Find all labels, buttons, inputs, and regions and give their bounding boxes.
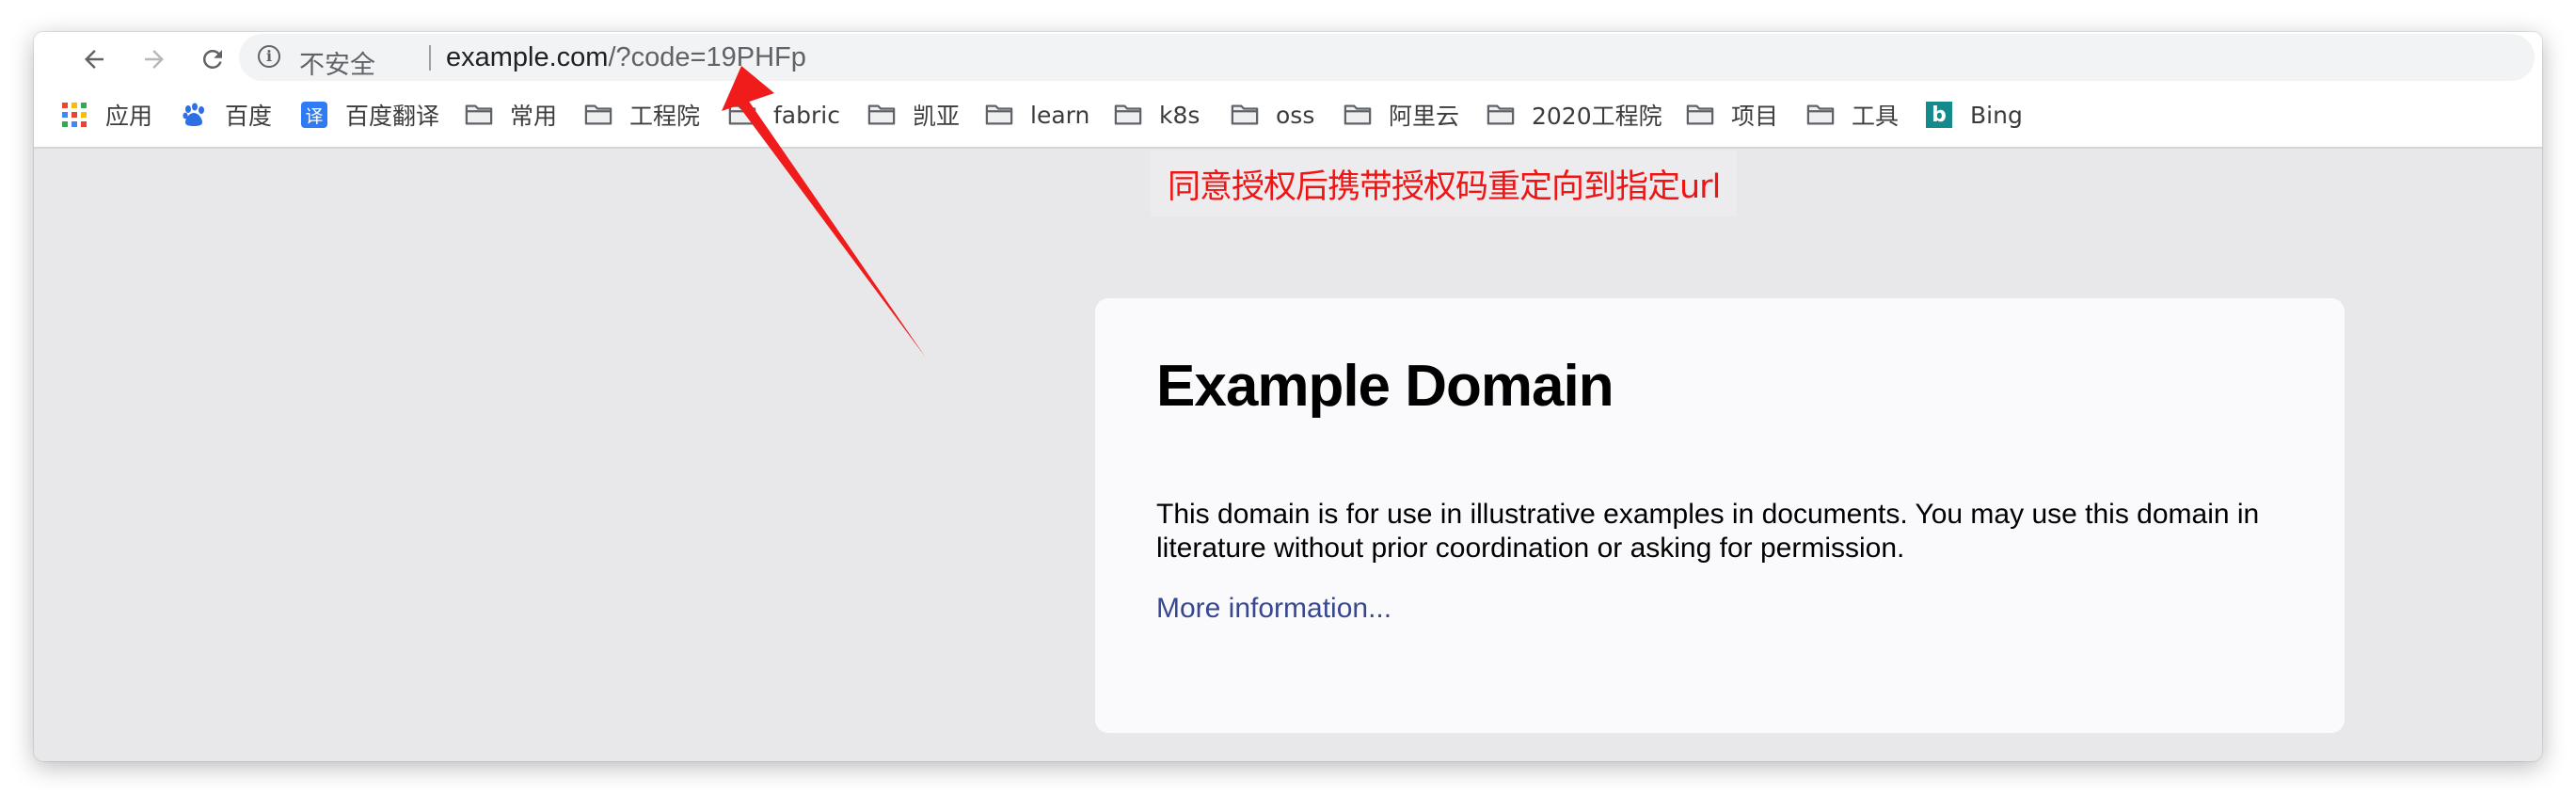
folder-icon [985, 102, 1013, 128]
bookmark-folder-xiangmu[interactable]: 项目 [1686, 98, 1778, 132]
bookmark-folder-2020-gongchengyuan[interactable]: 2020工程院 [1487, 98, 1662, 132]
folder-icon [465, 102, 493, 128]
apps-grid-icon [60, 102, 88, 128]
folder-icon [584, 102, 612, 128]
bookmark-apps[interactable]: 应用 [60, 98, 152, 132]
page-description: This domain is for use in illustrative e… [1156, 499, 2260, 564]
baidu-translate-icon: 译 [301, 102, 327, 128]
bookmark-baidu-translate[interactable]: 译 百度翻译 [300, 98, 439, 132]
annotation-label: 同意授权后携带授权码重定向到指定url [1151, 151, 1738, 216]
bookmark-label: 2020工程院 [1532, 103, 1662, 130]
bookmark-label: learn [1030, 101, 1090, 129]
back-button[interactable] [75, 40, 113, 78]
bookmark-label: 凯亚 [913, 103, 961, 130]
bookmark-label: fabric [773, 101, 840, 129]
url-path: /?code=19PHFp [608, 42, 806, 72]
baidu-translate-icon-wrap: 译 [300, 102, 328, 128]
bookmark-label: 百度 [225, 103, 273, 130]
folder-icon [1806, 102, 1835, 128]
not-secure-label: 不安全 [299, 51, 375, 80]
info-icon[interactable]: i [258, 45, 280, 68]
bookmark-folder-changyong[interactable]: 常用 [465, 98, 557, 132]
bookmark-label: 应用 [105, 103, 153, 130]
browser-toolbar: i 不安全 example.com/?code=19PHFp [34, 32, 2542, 83]
folder-icon [1344, 102, 1372, 128]
bookmark-label: Bing [1970, 101, 2023, 129]
bookmark-baidu[interactable]: 百度 [180, 98, 272, 132]
bookmark-folder-fabric[interactable]: fabric [728, 98, 840, 132]
reload-icon [202, 49, 222, 69]
forward-button[interactable] [135, 40, 173, 78]
bookmark-label: oss [1276, 101, 1315, 129]
url-text[interactable]: example.com/?code=19PHFp [446, 42, 806, 73]
browser-window: i 不安全 example.com/?code=19PHFp 应用 百度 译 百… [34, 32, 2542, 761]
reload-button[interactable] [194, 40, 231, 78]
folder-icon [867, 102, 896, 128]
bookmark-label: k8s [1159, 101, 1201, 129]
folder-icon [1487, 102, 1515, 128]
bookmark-folder-aliyun[interactable]: 阿里云 [1344, 98, 1459, 132]
forward-arrow-icon [145, 50, 164, 69]
bookmark-label: 阿里云 [1389, 103, 1460, 130]
bookmark-label: 工程院 [629, 103, 701, 130]
bookmark-folder-learn[interactable]: learn [985, 98, 1089, 132]
bookmark-label: 百度翻译 [345, 103, 440, 130]
more-information-link[interactable]: More information... [1156, 593, 1391, 625]
baidu-paw-icon [180, 102, 208, 128]
bookmark-folder-k8s[interactable]: k8s [1114, 98, 1200, 132]
url-host: example.com [446, 42, 609, 72]
folder-icon [728, 102, 756, 128]
folder-icon [1231, 102, 1259, 128]
folder-icon [1114, 102, 1142, 128]
bookmark-folder-gongchengyuan[interactable]: 工程院 [584, 98, 700, 132]
bookmark-label: 工具 [1852, 103, 1900, 130]
folder-icon [1686, 102, 1714, 128]
bookmark-label: 常用 [510, 103, 558, 130]
bing-icon-wrap: b [1925, 102, 1953, 128]
bing-icon: b [1926, 102, 1952, 128]
example-domain-card: Example Domain This domain is for use in… [1095, 298, 2345, 733]
bookmark-folder-gongju[interactable]: 工具 [1806, 98, 1899, 132]
omnibox-divider [429, 45, 431, 71]
bookmark-folder-oss[interactable]: oss [1231, 98, 1314, 132]
bookmarks-bar: 应用 百度 译 百度翻译 常用 工程院 fabric 凯亚 learn k8s … [34, 83, 2542, 149]
address-bar[interactable]: i 不安全 example.com/?code=19PHFp [239, 34, 2535, 81]
bookmark-folder-kaiya[interactable]: 凯亚 [867, 98, 960, 132]
bookmark-bing[interactable]: b Bing [1925, 98, 2023, 132]
bookmark-label: 项目 [1731, 103, 1779, 130]
back-arrow-icon [85, 50, 103, 69]
page-title: Example Domain [1156, 354, 1614, 419]
